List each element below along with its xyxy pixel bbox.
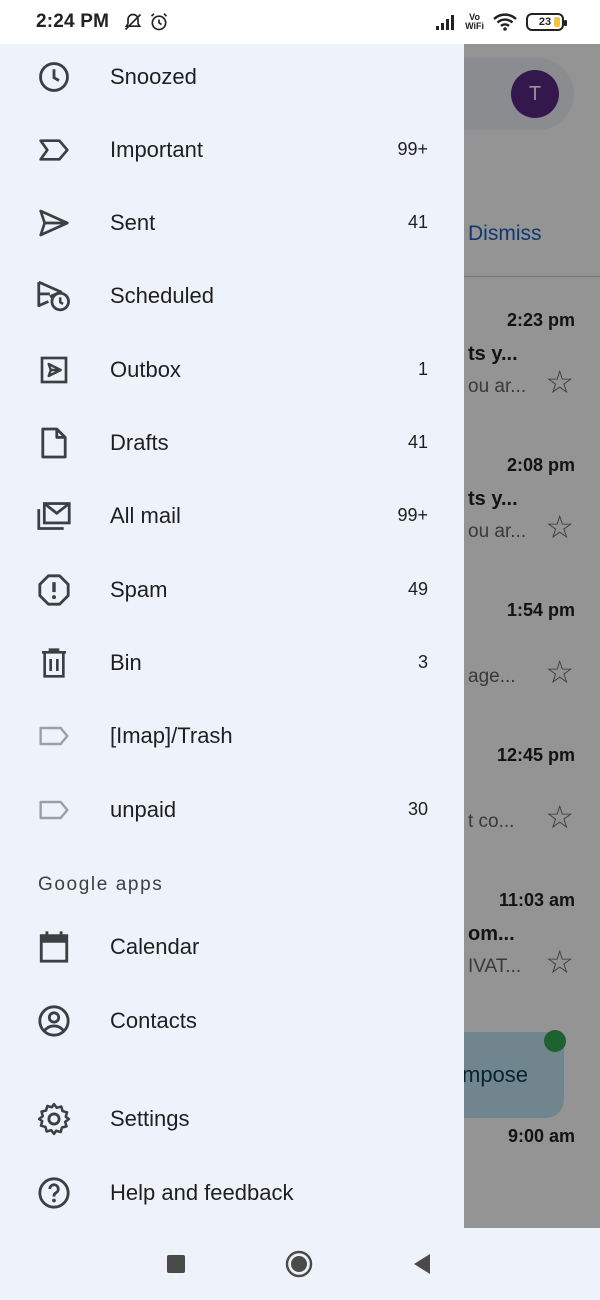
draft-icon [36,425,72,461]
drawer-item-all-mail[interactable]: All mail 99+ [0,479,464,552]
mute-bell-icon [124,13,142,31]
trash-icon [36,645,72,681]
drawer-item-help[interactable]: Help and feedback [0,1156,464,1228]
status-bar: 2:24 PM Vo WiFi 23 [0,0,600,44]
scheduled-send-icon [36,278,72,314]
drawer-item-label: Help and feedback [110,1179,294,1205]
drawer-item-label: [Imap]/Trash [110,722,233,748]
drawer-item-label: Outbox [110,356,181,382]
drawer-item-outbox[interactable]: Outbox 1 [0,333,464,406]
outbox-icon [36,352,72,388]
drawer-item-label: Important [110,136,203,162]
home-circle-icon [285,1250,313,1278]
drawer-item-label: Calendar [110,933,200,959]
drawer-item-bin[interactable]: Bin 3 [0,626,464,699]
wifi-icon [493,13,517,31]
spam-icon [36,572,72,608]
gear-icon [36,1101,72,1137]
drawer-item-label: All mail [110,502,181,528]
drawer-item-label: Spam [110,576,168,602]
important-icon [36,132,72,168]
help-icon [36,1175,72,1211]
drawer-item-count: 1 [417,359,428,379]
drawer-item-imap-trash[interactable]: [Imap]/Trash [0,699,464,772]
alarm-icon [151,13,168,31]
label-icon [36,718,72,754]
signal-icon [436,15,455,30]
drawer-item-count: 99+ [397,505,428,525]
recents-button[interactable] [162,1250,190,1278]
drawer-item-important[interactable]: Important 99+ [0,113,464,186]
system-nav-bar [0,1228,600,1300]
drawer-item-count: 99+ [397,139,428,159]
vowifi-icon: Vo WiFi [465,12,484,31]
back-triangle-icon [414,1254,430,1274]
calendar-icon [36,929,72,965]
contacts-icon [36,1003,72,1039]
drawer-item-drafts[interactable]: Drafts 41 [0,406,464,479]
home-button[interactable] [285,1250,313,1278]
battery-icon: 23 [526,13,567,31]
status-time: 2:24 PM [36,11,110,32]
drawer-item-snoozed[interactable]: Snoozed [0,44,464,113]
all-mail-icon [36,498,72,534]
drawer-item-scheduled[interactable]: Scheduled [0,259,464,332]
drawer-item-label: unpaid [110,796,177,822]
label-icon [36,792,72,828]
back-button[interactable] [408,1250,436,1278]
drawer-item-sent[interactable]: Sent 41 [0,186,464,259]
drawer-item-label: Sent [110,209,156,235]
google-apps-header: Google apps [38,874,164,895]
drawer-item-label: Drafts [110,429,169,455]
drawer-item-label: Bin [110,649,142,675]
drawer-item-label: Snoozed [110,63,197,89]
drawer-item-contacts[interactable]: Contacts [0,984,464,1057]
clock-icon [36,59,72,95]
drawer-item-settings[interactable]: Settings [0,1082,464,1155]
drawer-item-spam[interactable]: Spam 49 [0,553,464,626]
drawer-item-calendar[interactable]: Calendar [0,910,464,983]
navigation-drawer: Snoozed Important 99+ Sent 41 Scheduled … [0,44,464,1228]
drawer-item-count: 49 [407,579,428,599]
drawer-item-label: Scheduled [110,282,214,308]
square-icon [167,1255,185,1273]
drawer-item-count: 3 [417,652,428,672]
drawer-item-count: 41 [407,212,428,232]
drawer-item-label: Contacts [110,1007,197,1033]
drawer-item-label: Settings [110,1105,190,1131]
send-icon [36,205,72,241]
drawer-item-unpaid[interactable]: unpaid 30 [0,773,464,846]
drawer-item-count: 41 [407,432,428,452]
drawer-item-count: 30 [407,799,428,819]
